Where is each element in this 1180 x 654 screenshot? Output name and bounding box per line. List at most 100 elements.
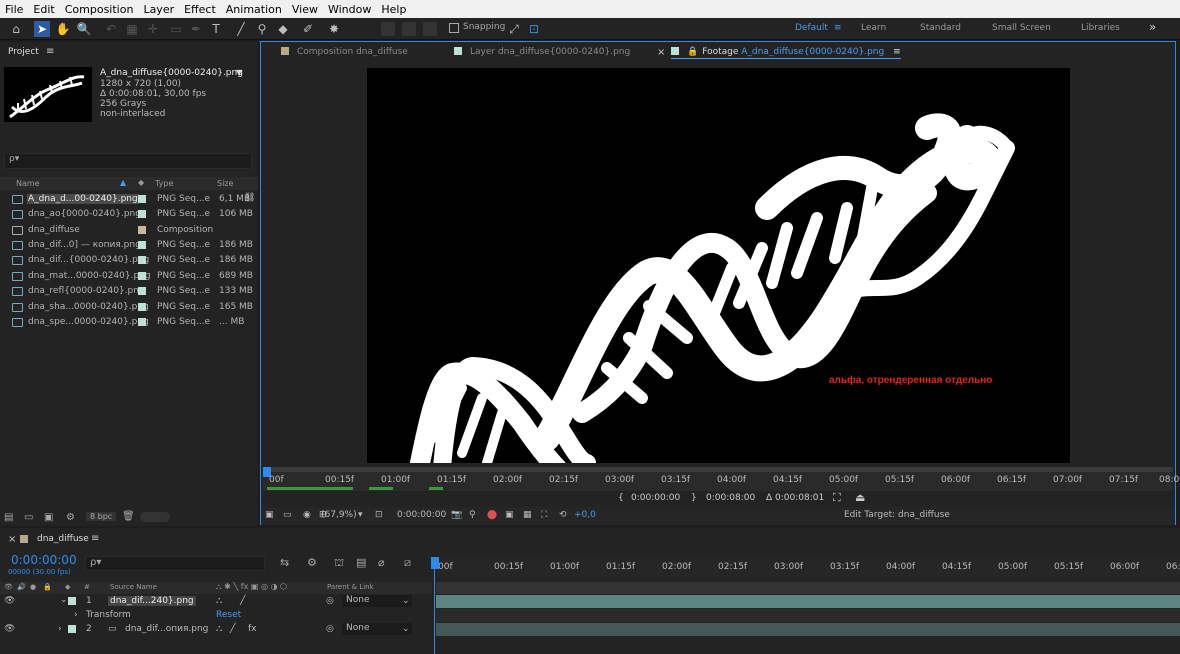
- col-type[interactable]: Type: [155, 179, 173, 188]
- puppet-tool-icon[interactable]: ✸: [326, 21, 342, 37]
- ripple-insert-icon[interactable]: ⏏: [855, 491, 865, 504]
- shy-layers-icon[interactable]: ⛫: [334, 556, 344, 571]
- layer-row[interactable]: 👁 › 2 ▭ dna_dif...опия.png ⛬ ╱ fx ◎ None…: [0, 623, 432, 636]
- eraser-tool-icon[interactable]: ◆: [275, 21, 291, 37]
- roto-brush-tool-icon[interactable]: ✐: [300, 21, 316, 37]
- menu-composition[interactable]: Composition: [60, 3, 139, 16]
- snapping-checkbox[interactable]: [449, 23, 459, 33]
- project-item[interactable]: dna_mat...0000-0240}.png PNG Seq...e 689…: [0, 269, 258, 284]
- layer-label-swatch[interactable]: [68, 625, 76, 633]
- workspace-libraries[interactable]: Libraries: [1081, 23, 1120, 33]
- transform-reset-link[interactable]: Reset: [216, 610, 241, 620]
- fx-switch-icon[interactable]: fx: [248, 624, 257, 634]
- expand-icon[interactable]: ›: [58, 624, 62, 634]
- tab-footage[interactable]: 🔒 Footage A_dna_diffuse{0000-0240}.png ≡: [671, 47, 901, 59]
- shy-switch-icon[interactable]: ⛬: [216, 624, 222, 634]
- zoom-tool-icon[interactable]: 🔍: [76, 21, 92, 37]
- graph-editor-icon[interactable]: ⧄: [404, 556, 411, 570]
- menu-effect[interactable]: Effect: [179, 3, 221, 16]
- expand-transform-icon[interactable]: ›: [74, 610, 78, 620]
- label-swatch[interactable]: [138, 272, 146, 280]
- project-item[interactable]: dna_diffuse Composition: [0, 223, 258, 238]
- tool-option-box-2[interactable]: [402, 22, 416, 36]
- workspace-learn[interactable]: Learn: [861, 23, 886, 33]
- lock-icon[interactable]: 🔒: [687, 47, 698, 57]
- exposure-reset-icon[interactable]: ⟲: [559, 510, 567, 520]
- clone-stamp-tool-icon[interactable]: ⚲: [254, 21, 270, 37]
- show-snapshot-icon[interactable]: ⚲: [469, 510, 476, 520]
- col-size[interactable]: Size: [217, 179, 233, 188]
- label-swatch[interactable]: [138, 303, 146, 311]
- shy-switch-icon[interactable]: ⛬: [216, 596, 222, 606]
- footage-dropdown-icon[interactable]: ▼: [236, 68, 242, 77]
- tab-footage-link[interactable]: A_dna_diffuse{0000-0240}.png: [741, 47, 884, 57]
- out-point-time[interactable]: 0:00:08:00: [706, 493, 755, 503]
- selection-tool-icon[interactable]: ➤: [34, 21, 50, 37]
- expand-icon[interactable]: ⌄: [60, 595, 68, 605]
- current-time[interactable]: 0:00:00:00: [397, 510, 446, 520]
- pan-behind-tool-icon[interactable]: ✛: [145, 21, 161, 37]
- flowchart-icon[interactable]: ⛓: [244, 193, 255, 203]
- menu-window[interactable]: Window: [323, 3, 376, 16]
- visibility-eye-icon[interactable]: 👁: [4, 596, 15, 606]
- project-search-input[interactable]: ρ▾: [4, 153, 252, 169]
- project-item[interactable]: dna_spe...0000-0240}.png PNG Seq...e ...…: [0, 315, 258, 330]
- in-point-icon[interactable]: {: [618, 493, 624, 503]
- panel-menu-icon[interactable]: ≡: [46, 46, 54, 57]
- panel-menu-icon[interactable]: ≡: [91, 533, 99, 544]
- dropdown-chevron-icon[interactable]: ⌄: [402, 624, 410, 634]
- project-item[interactable]: dna_dif...{0000-0240}.png PNG Seq...e 18…: [0, 253, 258, 268]
- tab-composition[interactable]: Composition dna_diffuse: [281, 47, 408, 57]
- col-name[interactable]: Name: [16, 179, 40, 188]
- hand-tool-icon[interactable]: ✋: [55, 21, 71, 37]
- label-swatch[interactable]: [138, 241, 146, 249]
- snap-center-icon[interactable]: ⊡: [526, 21, 542, 37]
- channel-icon[interactable]: ⬤: [487, 510, 497, 520]
- workspace-menu-icon[interactable]: ≡: [834, 23, 842, 33]
- source-name-col[interactable]: Source Name: [110, 583, 157, 591]
- layer-label-swatch[interactable]: [68, 597, 76, 605]
- time-ruler[interactable]: 00f 00:15f 01:00f 01:15f 02:00f 02:15f 03:00f 0…: [263, 467, 1180, 491]
- project-item[interactable]: dna_refl{0000-0240}.png PNG Seq...e 133 …: [0, 284, 258, 299]
- workspace-default[interactable]: Default: [795, 23, 828, 33]
- motion-blur-icon[interactable]: ⌀: [378, 556, 385, 569]
- display-icon[interactable]: ▭: [283, 510, 292, 520]
- timeline-playhead-icon[interactable]: [431, 557, 439, 569]
- workspace-standard[interactable]: Standard: [920, 23, 961, 33]
- comp-mini-flowchart-icon[interactable]: ⇆: [280, 556, 289, 569]
- trash-icon[interactable]: 🗑: [122, 511, 135, 522]
- menu-edit[interactable]: Edit: [28, 3, 59, 16]
- new-folder-icon[interactable]: ▭: [24, 512, 33, 523]
- label-swatch[interactable]: [138, 256, 146, 264]
- region-of-interest-icon[interactable]: ▣: [505, 510, 514, 520]
- project-item[interactable]: dna_dif...0] — копия.png PNG Seq...e 186…: [0, 238, 258, 253]
- quality-switch-icon[interactable]: ╱: [240, 596, 245, 606]
- snapshot-icon[interactable]: 📷: [451, 510, 462, 520]
- draft-3d-icon[interactable]: ⚙: [307, 556, 317, 569]
- close-tab-icon[interactable]: ×: [8, 534, 16, 545]
- new-composition-icon[interactable]: ▣: [44, 512, 53, 523]
- thumbnail-slider[interactable]: [140, 512, 170, 522]
- label-swatch[interactable]: [138, 210, 146, 218]
- menu-help[interactable]: Help: [376, 3, 411, 16]
- camera-tool-icon[interactable]: ▦: [124, 21, 140, 37]
- in-point-time[interactable]: 0:00:00:00: [631, 493, 680, 503]
- project-item[interactable]: dna_ao{0000-0240}.png PNG Seq...e 106 MB: [0, 207, 258, 222]
- mask-visibility-icon[interactable]: ◉: [303, 510, 311, 520]
- overlay-edit-icon[interactable]: ⛶: [833, 491, 841, 505]
- timeline-search-input[interactable]: ρ▾: [85, 556, 265, 571]
- parent-pickwhip-icon[interactable]: ◎: [326, 596, 334, 606]
- parent-pickwhip-icon[interactable]: ◎: [326, 624, 334, 634]
- layer-name[interactable]: dna_dif...240}.png: [108, 596, 196, 606]
- home-icon[interactable]: ⌂: [8, 21, 24, 37]
- workspace-small-screen[interactable]: Small Screen: [992, 23, 1051, 33]
- layer-1-duration-bar[interactable]: [436, 595, 1180, 608]
- dropdown-chevron-icon[interactable]: ⌄: [402, 596, 410, 606]
- tool-option-box-3[interactable]: [423, 22, 437, 36]
- zoom-dropdown-icon[interactable]: ▾: [358, 510, 363, 520]
- project-item[interactable]: dna_sha...0000-0240}.png PNG Seq...e 165…: [0, 300, 258, 315]
- label-swatch[interactable]: [138, 226, 146, 234]
- fit-region-icon[interactable]: ⊡: [375, 510, 383, 520]
- label-tag-icon[interactable]: ◆: [138, 178, 144, 187]
- roi-icon[interactable]: ⛶: [541, 510, 547, 520]
